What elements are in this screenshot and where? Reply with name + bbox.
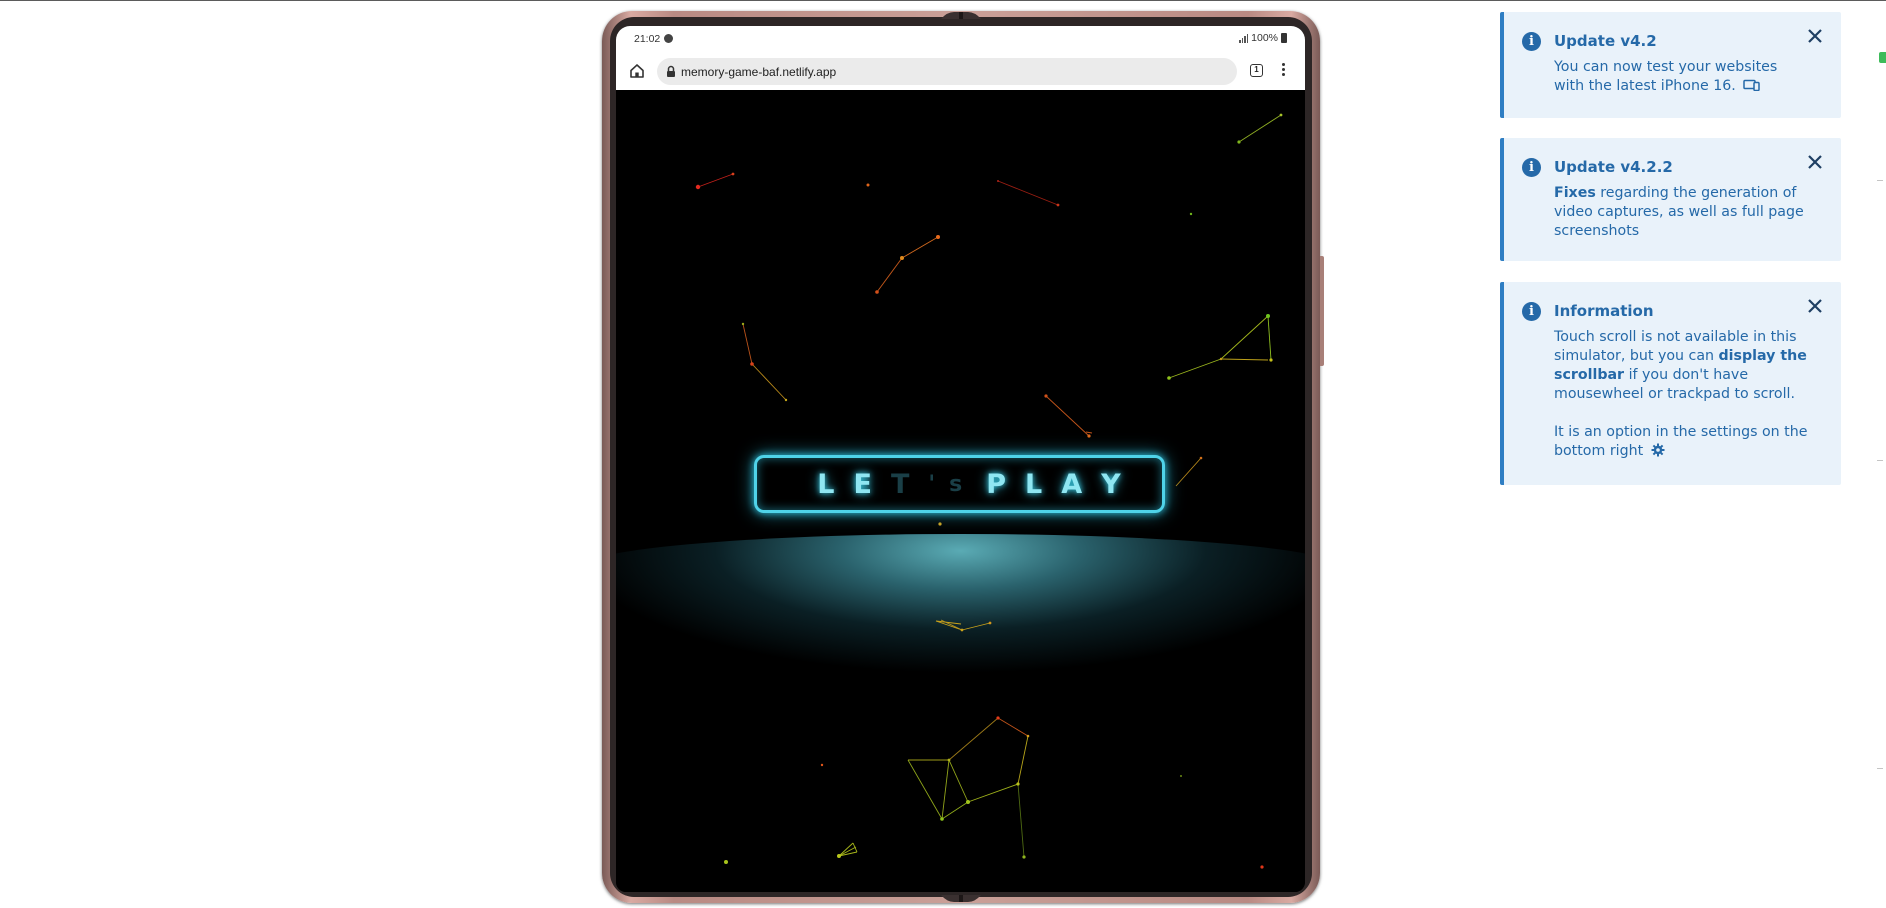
window-top-border bbox=[0, 0, 1886, 1]
notification-title: Update v4.2 bbox=[1554, 32, 1657, 50]
play-letter-5: P bbox=[986, 468, 1026, 500]
status-bar: 21:02 100% bbox=[616, 26, 1305, 52]
close-icon[interactable] bbox=[1807, 28, 1823, 44]
play-letter-1: L bbox=[817, 468, 854, 500]
notification-title: Information bbox=[1554, 302, 1654, 320]
edge-tick bbox=[1877, 768, 1883, 769]
close-icon[interactable] bbox=[1807, 298, 1823, 314]
game-canvas: L E T 's P L A Y bbox=[616, 90, 1305, 892]
phone-screen: 21:02 100% memory-game-baf.netlify.app 1 bbox=[616, 26, 1305, 892]
play-letter-7: A bbox=[1061, 468, 1102, 500]
notification-dot-icon bbox=[664, 34, 673, 43]
menu-icon[interactable] bbox=[1280, 63, 1286, 79]
side-button bbox=[1320, 256, 1324, 366]
play-letter-4: 's bbox=[928, 471, 977, 497]
url-text: memory-game-baf.netlify.app bbox=[681, 65, 837, 79]
notification-information: i Information Touch scroll is not availa… bbox=[1500, 282, 1841, 485]
notification-body-line: with the latest iPhone 16. bbox=[1554, 77, 1824, 96]
lock-icon bbox=[665, 65, 677, 78]
notification-update-v422: i Update v4.2.2 Fixes regarding the gene… bbox=[1500, 138, 1841, 261]
info-icon: i bbox=[1522, 302, 1541, 321]
edge-tick bbox=[1877, 180, 1883, 181]
play-letter-2: E bbox=[853, 468, 891, 500]
edge-indicator bbox=[1879, 52, 1886, 63]
lets-play-button[interactable]: L E T 's P L A Y bbox=[754, 455, 1165, 513]
notification-body: Touch scroll is not available in this si… bbox=[1554, 328, 1824, 461]
play-letter-6: L bbox=[1025, 468, 1062, 500]
info-icon: i bbox=[1522, 32, 1541, 51]
status-right: 100% bbox=[1239, 32, 1287, 44]
notification-body-bold: Fixes bbox=[1554, 185, 1596, 201]
notification-title: Update v4.2.2 bbox=[1554, 158, 1673, 176]
notification-update-v42: i Update v4.2 You can now test your webs… bbox=[1500, 12, 1841, 118]
edge-tick bbox=[1877, 460, 1883, 461]
close-icon[interactable] bbox=[1807, 154, 1823, 170]
browser-toolbar: memory-game-baf.netlify.app 1 bbox=[616, 52, 1305, 90]
devices-icon bbox=[1743, 79, 1761, 92]
notification-body: You can now test your websites with the … bbox=[1554, 58, 1824, 96]
status-time: 21:02 bbox=[634, 33, 661, 45]
notification-body-line: You can now test your websites bbox=[1554, 59, 1778, 75]
hinge-bottom bbox=[941, 894, 981, 902]
signal-icon bbox=[1239, 33, 1249, 43]
battery-text: 100% bbox=[1251, 32, 1278, 44]
notification-body-text: with the latest iPhone 16. bbox=[1554, 78, 1736, 94]
battery-icon bbox=[1281, 33, 1287, 43]
notification-paragraph: Touch scroll is not available in this si… bbox=[1554, 328, 1824, 404]
home-icon[interactable] bbox=[628, 62, 646, 80]
address-bar[interactable]: memory-game-baf.netlify.app bbox=[657, 58, 1237, 85]
hinge-top bbox=[941, 12, 981, 20]
notification-body-text: It is an option in the settings on the b… bbox=[1554, 424, 1808, 459]
gear-icon bbox=[1651, 443, 1665, 457]
info-icon: i bbox=[1522, 158, 1541, 177]
notification-paragraph: It is an option in the settings on the b… bbox=[1554, 423, 1824, 461]
tabs-icon[interactable]: 1 bbox=[1250, 64, 1263, 77]
notification-body: Fixes regarding the generation of video … bbox=[1554, 184, 1824, 241]
play-letter-8: Y bbox=[1101, 468, 1121, 500]
play-letter-3: T bbox=[890, 468, 929, 500]
